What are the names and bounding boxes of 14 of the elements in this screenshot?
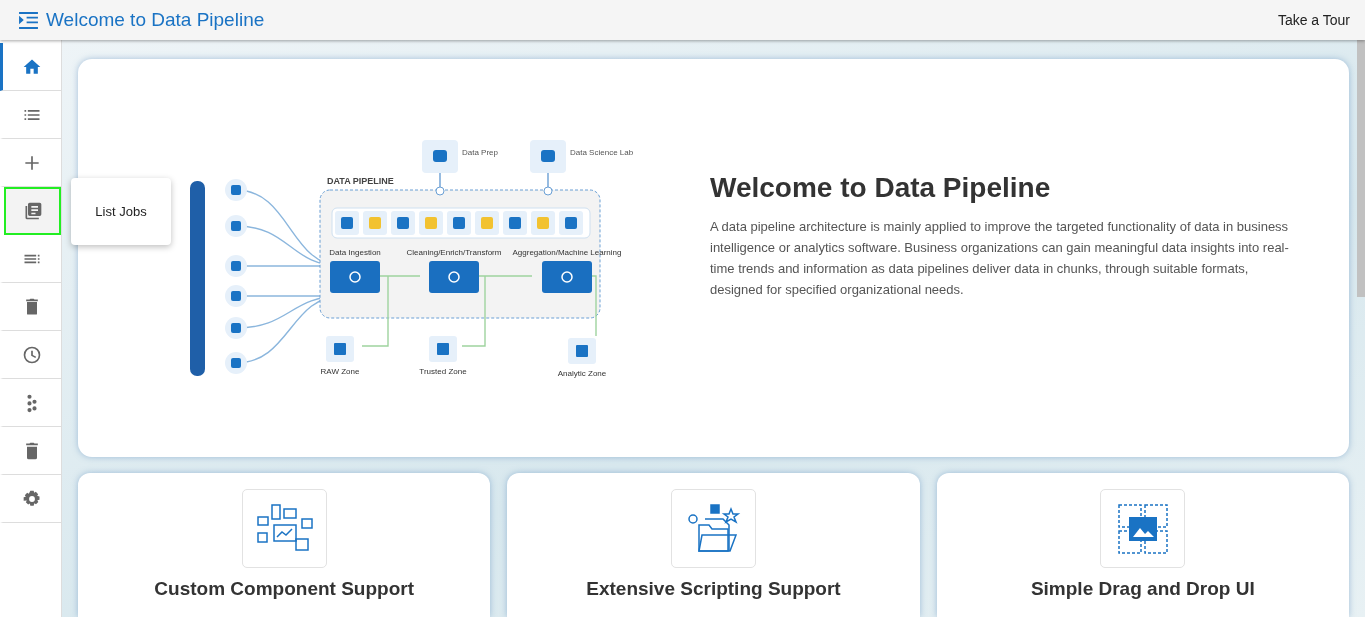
sidebar-item[interactable] <box>4 187 61 235</box>
scrollbar[interactable] <box>1357 40 1365 297</box>
settings-icon <box>22 488 42 509</box>
menu-indent-icon[interactable] <box>19 11 38 29</box>
clock-icon <box>22 344 42 365</box>
pipeline-diagram: DATA PIPELINE Data Prep Data Science Lab Data Ingestion Cleaning/Enrich/Transform Aggregation/Machine Learning RAW Zone Trusted Zone Analytic Zone <box>180 128 640 388</box>
hero-description: A data pipeline architecture is mainly applied to improve the targeted functionality of data in business intelligence or analytics software. Business organizations can gain meaningful data insights into real-time trends and information as data pipelines deliver data in chunks, through suitable formats, designed for specified organizational needs. <box>710 217 1290 299</box>
feature-title: Extensive Scripting Support <box>586 578 841 600</box>
hero-title: Welcome to Data Pipeline <box>710 171 1052 204</box>
take-a-tour-link[interactable]: Take a Tour <box>1277 12 1350 28</box>
tooltip: List Jobs <box>71 178 171 245</box>
feature-title: Custom Component Support <box>154 578 414 600</box>
feature-title: Simple Drag and Drop UI <box>1030 578 1255 600</box>
page-title: Welcome to Data Pipeline <box>46 9 266 31</box>
